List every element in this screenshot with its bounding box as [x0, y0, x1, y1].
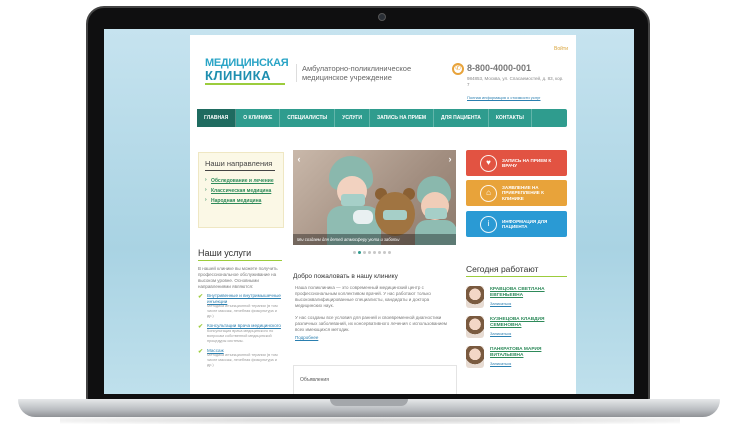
nav-item-appointment[interactable]: ЗАПИСЬ НА ПРИЕМ [370, 109, 435, 127]
doctor-card: КРАВЦОВА СВЕТЛАНА ЕВГЕНЬЕВНА Записаться [466, 286, 567, 316]
doctor-card: КУЗНЕЦОВА КЛАВДИЯ СЕМЕНОВНА Записаться [466, 316, 567, 346]
service-link[interactable]: Внутривенные и внутримышечные инъекции [207, 293, 284, 304]
welcome-title: Добро пожаловать в нашу клинику [293, 273, 398, 280]
slider-dots [353, 251, 391, 254]
clinic-address: 984853, Москва, ул. Спасаемостей, д. 83,… [467, 76, 564, 87]
heart-icon: ♥ [480, 154, 497, 172]
check-icon: ✔ [198, 294, 204, 300]
slider-dot[interactable] [388, 251, 391, 254]
slide-figure [341, 194, 365, 206]
direction-item[interactable]: Классическая медицина [205, 187, 281, 194]
clinic-logo[interactable]: МЕДИЦИНСКАЯ КЛИНИКА [205, 58, 289, 85]
info-card-icon: i [480, 215, 497, 233]
laptop-shadow [60, 416, 680, 424]
site-tagline: Амбулаторно-поликлиническое медицинское … [296, 64, 436, 82]
doctor-name[interactable]: ПАНКРАТОВА МАРИЯ ВИТАЛЬЕВНА [490, 347, 566, 358]
chevron-left-icon[interactable]: ‹ [295, 154, 303, 164]
slider-dot[interactable] [383, 251, 386, 254]
camera-icon [378, 13, 386, 21]
attach-button[interactable]: ⌂ ЗАЯВЛЕНИЕ НА ПРИКРЕПЛЕНИЕ К КЛИНИКЕ [466, 180, 567, 206]
services-title: Наши услуги [198, 248, 282, 261]
doctor-card: ПАНКРАТОВА МАРИЯ ВИТАЛЬЕВНА Записаться [466, 346, 567, 376]
attach-label: ЗАЯВЛЕНИЕ НА ПРИКРЕПЛЕНИЕ К КЛИНИКЕ [502, 184, 544, 201]
nav-item-contacts[interactable]: КОНТАКТЫ [489, 109, 532, 127]
book-link[interactable]: Записаться [490, 301, 511, 306]
welcome-paragraph: Наша поликлиника — это современный медиц… [295, 285, 431, 308]
more-link[interactable]: Подробнее [295, 335, 318, 340]
welcome-paragraph: У нас созданы все условия для ранней и с… [295, 315, 448, 332]
service-link[interactable]: Консультации врача медицинского [207, 323, 284, 329]
doctor-avatar [466, 316, 484, 338]
slider-dot[interactable] [368, 251, 371, 254]
hero-slider[interactable]: Мы создаем для детей атмосферу уюта и за… [293, 150, 456, 245]
nav-item-patients[interactable]: ДЛЯ ПАЦИЕНТА [434, 109, 489, 127]
service-item: ✔ Массаж Методика инъекционной терапии (… [198, 348, 284, 369]
book-link[interactable]: Записаться [490, 331, 511, 336]
nav-item-about[interactable]: О КЛИНИКЕ [236, 109, 281, 127]
patient-info-button[interactable]: i ИНФОРМАЦИЯ ДЛЯ ПАЦИЕНТА [466, 211, 567, 237]
logo-underline [205, 83, 285, 85]
doctor-name[interactable]: КРАВЦОВА СВЕТЛАНА ЕВГЕНЬЕВНА [490, 287, 566, 298]
today-title: Сегодня работают [466, 264, 567, 277]
slide-figure [353, 210, 373, 224]
nav-item-home[interactable]: ГЛАВНАЯ [197, 109, 237, 127]
chevron-right-icon[interactable]: › [446, 154, 454, 164]
house-icon: ⌂ [480, 184, 497, 202]
nav-item-services[interactable]: УСЛУГИ [335, 109, 370, 127]
appointment-label: ЗАПИСЬ НА ПРИЕМ К ВРАЧУ [502, 157, 552, 169]
directions-box: Наши направления Обследование и лечение … [198, 152, 284, 228]
services-intro: В нашей клинике вы можете получить профе… [198, 266, 278, 289]
service-desc: Консультация врача медицинского по вопро… [207, 328, 274, 343]
slide-figure [425, 208, 447, 219]
slider-dot[interactable] [353, 251, 356, 254]
directions-list: Обследование и лечение Классическая меди… [205, 177, 281, 208]
login-link[interactable]: Войти [554, 46, 568, 52]
slide-figure [383, 210, 407, 220]
doctor-avatar [466, 286, 484, 308]
slider-dot[interactable] [373, 251, 376, 254]
phone-icon: ✆ [452, 63, 464, 75]
service-desc: Методика инъекционной терапии (в том чис… [207, 353, 278, 367]
slider-dot[interactable] [358, 251, 361, 254]
laptop-screen: Войти МЕДИЦИНСКАЯ КЛИНИКА Амбулаторно-по… [104, 29, 634, 394]
nav-item-specialists[interactable]: СПЕЦИАЛИСТЫ [280, 109, 336, 127]
direction-item[interactable]: Народная медицина [205, 197, 281, 204]
slider-dot[interactable] [378, 251, 381, 254]
check-icon: ✔ [198, 324, 204, 330]
doctor-avatar [466, 346, 484, 368]
phone-number[interactable]: 8-800-4000-001 [467, 63, 531, 73]
laptop-notch [330, 399, 408, 406]
announcements-title: Объявления [300, 377, 329, 383]
appointment-button[interactable]: ♥ ЗАПИСЬ НА ПРИЕМ К ВРАЧУ [466, 150, 567, 176]
main-nav: ГЛАВНАЯ О КЛИНИКЕ СПЕЦИАЛИСТЫ УСЛУГИ ЗАП… [197, 109, 567, 127]
check-icon: ✔ [198, 348, 204, 355]
directions-title: Наши направления [205, 159, 275, 171]
patient-info-label: ИНФОРМАЦИЯ ДЛЯ ПАЦИЕНТА [502, 218, 548, 230]
slide-caption: Мы создаем для детей атмосферу уюта и за… [293, 234, 456, 245]
service-item: ✔ Внутривенные и внутримышечные инъекции… [198, 293, 284, 319]
doctor-name[interactable]: КУЗНЕЦОВА КЛАВДИЯ СЕМЕНОВНА [490, 317, 566, 328]
slider-dot[interactable] [363, 251, 366, 254]
clinic-webpage: Войти МЕДИЦИНСКАЯ КЛИНИКА Амбулаторно-по… [190, 35, 576, 394]
direction-item[interactable]: Обследование и лечение [205, 177, 281, 184]
book-link[interactable]: Записаться [490, 361, 511, 366]
prices-link[interactable]: Полная информация о стоимости услуг [467, 95, 541, 100]
logo-line2: КЛИНИКА [205, 68, 271, 83]
service-desc: Методика инъекционной терапии (в том чис… [207, 304, 278, 318]
service-item: ✔ Консультации врача медицинского Консул… [198, 323, 284, 344]
laptop-mockup: Войти МЕДИЦИНСКАЯ КЛИНИКА Амбулаторно-по… [0, 0, 737, 430]
services-list: ✔ Внутривенные и внутримышечные инъекции… [198, 293, 284, 372]
